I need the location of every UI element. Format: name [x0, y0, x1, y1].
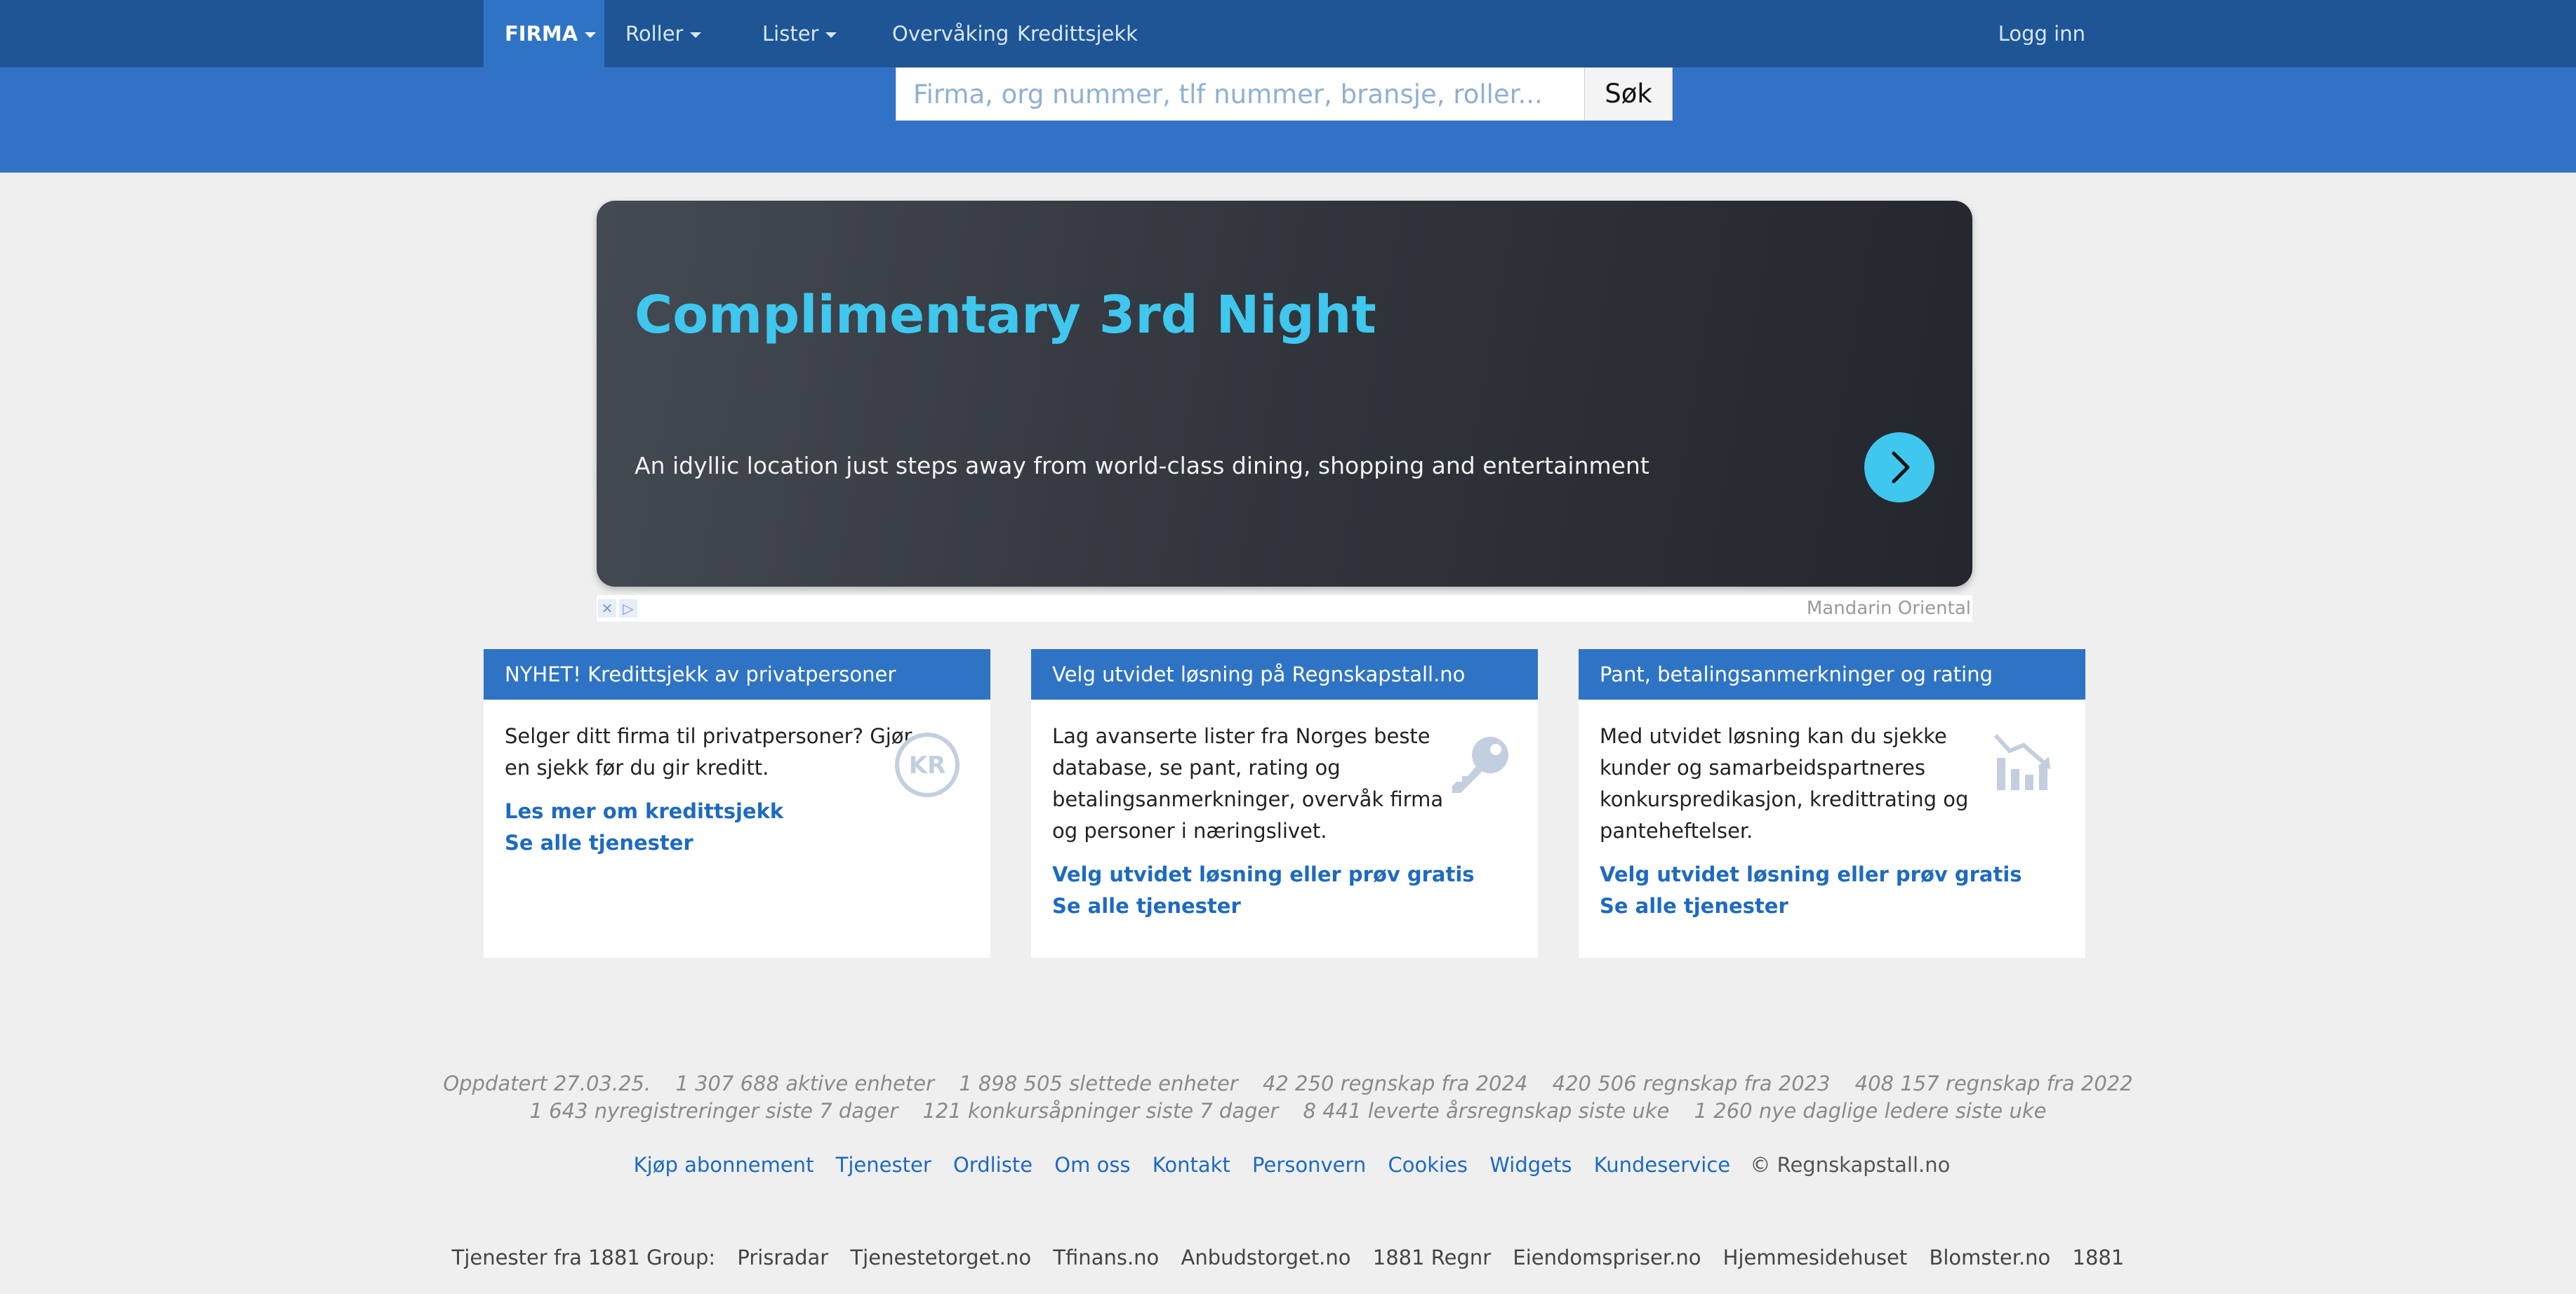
footer-link-ordliste[interactable]: Ordliste — [953, 1153, 1033, 1177]
card-link-velg-utvidet[interactable]: Velg utvidet løsning eller prøv gratis — [1600, 862, 2022, 886]
stat-item: 121 konkursåpninger siste 7 dager — [922, 1099, 1279, 1123]
group-link-anbudstorget[interactable]: Anbudstorget.no — [1181, 1246, 1351, 1269]
feature-card-utvidet-losning: Velg utvidet løsning på Regnskapstall.no… — [1031, 649, 1538, 958]
ad-close-icon[interactable]: ✕ — [598, 599, 616, 618]
card-title: Velg utvidet løsning på Regnskapstall.no — [1031, 649, 1538, 700]
stats-row-2: 1 643 nyregistreringer siste 7 dager 121… — [0, 1099, 2576, 1123]
group-link-prisradar[interactable]: Prisradar — [737, 1246, 828, 1269]
card-link-se-alle[interactable]: Se alle tjenester — [1052, 894, 1241, 918]
caret-down-icon — [585, 32, 597, 38]
chart-decline-icon — [1993, 730, 2056, 796]
card-text-line: og personer i næringslivet. — [1052, 819, 1327, 843]
ad-text: An idyllic location just steps away from… — [635, 452, 1649, 479]
footer-link-cookies[interactable]: Cookies — [1388, 1153, 1468, 1177]
footer-link-kontakt[interactable]: Kontakt — [1153, 1153, 1230, 1177]
group-link-1881[interactable]: 1881 — [2073, 1246, 2125, 1269]
nav-label: Roller — [625, 22, 684, 46]
group-link-tfinans[interactable]: Tfinans.no — [1053, 1246, 1159, 1269]
key-icon — [1445, 730, 1515, 803]
nav-item-roller[interactable]: Roller — [604, 0, 722, 67]
group-link-blomster[interactable]: Blomster.no — [1929, 1246, 2050, 1269]
group-link-1881-regnr[interactable]: 1881 Regnr — [1373, 1246, 1491, 1269]
caret-down-icon — [825, 32, 837, 38]
stat-item: 42 250 regnskap fra 2024 — [1262, 1072, 1528, 1095]
group-services: Tjenester fra 1881 Group: Prisradar Tjen… — [0, 1246, 2576, 1269]
caret-down-icon — [690, 32, 702, 38]
stat-item: 1 307 688 aktive enheter — [675, 1072, 935, 1095]
ad-footer: ✕ ▷ Mandarin Oriental — [597, 595, 1972, 622]
card-description: Selger ditt firma til privatpersoner? Gj… — [505, 721, 912, 784]
login-link[interactable]: Logg inn — [1977, 0, 2085, 67]
card-text-line: database, se pant, rating og — [1052, 756, 1341, 780]
top-navbar: FIRMA Roller Lister Overvåking Kredittsj… — [0, 0, 2576, 67]
card-text-line: Selger ditt firma til privatpersoner? Gj… — [505, 724, 912, 748]
card-title: NYHET! Kredittsjekk av privatpersoner — [484, 649, 990, 700]
card-description: Med utvidet løsning kan du sjekke kunder… — [1600, 721, 1968, 847]
ad-title[interactable]: Complimentary 3rd Night — [635, 285, 1376, 345]
footer-link-widgets[interactable]: Widgets — [1489, 1153, 1572, 1177]
footer-link-tjenester[interactable]: Tjenester — [836, 1153, 931, 1177]
svg-text:KR: KR — [909, 752, 946, 780]
card-text-line: konkurspredikasjon, kredittrating og — [1600, 787, 1969, 811]
stat-updated: Oppdatert 27.03.25. — [443, 1072, 651, 1095]
navbar-inner: FIRMA Roller Lister Overvåking Kredittsj… — [484, 0, 2085, 67]
card-text-line: panteheftelser. — [1600, 819, 1753, 843]
footer-links: Kjøp abonnement Tjenester Ordliste Om os… — [0, 1153, 2576, 1177]
card-link-se-alle[interactable]: Se alle tjenester — [1600, 894, 1788, 918]
feature-card-pant-rating: Pant, betalingsanmerkninger og rating Me… — [1579, 649, 2085, 958]
stats-row-1: Oppdatert 27.03.25. 1 307 688 aktive enh… — [0, 1072, 2576, 1095]
ad-choices-icon[interactable]: ▷ — [619, 599, 637, 618]
copyright: © Regnskapstall.no — [1750, 1153, 1951, 1177]
chevron-right-icon — [1892, 451, 1910, 483]
footer-link-kundeservice[interactable]: Kundeservice — [1594, 1153, 1730, 1177]
card-text-line: en sjekk før du gir kreditt. — [505, 756, 769, 780]
card-link-velg-utvidet[interactable]: Velg utvidet løsning eller prøv gratis — [1052, 862, 1475, 886]
footer-link-kjop-abonnement[interactable]: Kjøp abonnement — [634, 1153, 814, 1177]
card-title: Pant, betalingsanmerkninger og rating — [1579, 649, 2085, 700]
nav-label: Lister — [762, 22, 819, 46]
feature-card-kredittsjekk: NYHET! Kredittsjekk av privatpersoner Se… — [484, 649, 990, 958]
stat-item: 1 643 nyregistreringer siste 7 dager — [529, 1099, 898, 1123]
group-link-hjemmesidehuset[interactable]: Hjemmesidehuset — [1723, 1246, 1908, 1269]
card-text-line: kunder og samarbeidspartneres — [1600, 756, 1925, 780]
card-text-line: Med utvidet løsning kan du sjekke — [1600, 724, 1947, 748]
stat-item: 8 441 leverte årsregnskap siste uke — [1303, 1099, 1670, 1123]
stat-item: 1 260 nye daglige ledere siste uke — [1694, 1099, 2047, 1123]
footer-link-om-oss[interactable]: Om oss — [1054, 1153, 1130, 1177]
kr-coin-icon: KR — [894, 731, 961, 801]
search-button[interactable]: Søk — [1584, 67, 1673, 121]
nav-item-kredittsjekk[interactable]: Kredittsjekk — [996, 0, 1159, 67]
nav-item-firma[interactable]: FIRMA — [484, 0, 604, 67]
stat-item: 408 157 regnskap fra 2022 — [1854, 1072, 2133, 1095]
ad-advertiser[interactable]: Mandarin Oriental — [1807, 598, 1971, 619]
card-description: Lag avanserte lister fra Norges beste da… — [1052, 721, 1443, 847]
search-input[interactable] — [896, 67, 1585, 121]
card-link-les-mer[interactable]: Les mer om kredittsjekk — [505, 799, 783, 823]
ad-next-button[interactable] — [1864, 432, 1934, 502]
stat-item: 420 506 regnskap fra 2023 — [1552, 1072, 1831, 1095]
footer-link-personvern[interactable]: Personvern — [1252, 1153, 1366, 1177]
card-link-se-alle[interactable]: Se alle tjenester — [505, 831, 693, 855]
card-text-line: Lag avanserte lister fra Norges beste — [1052, 724, 1430, 748]
ad-banner[interactable]: Complimentary 3rd Night An idyllic locat… — [597, 201, 1972, 587]
group-label: Tjenester fra 1881 Group: — [451, 1246, 716, 1269]
stat-item: 1 898 505 slettede enheter — [959, 1072, 1238, 1095]
card-text-line: betalingsanmerkninger, overvåk firma — [1052, 787, 1444, 811]
nav-item-lister[interactable]: Lister — [741, 0, 858, 67]
group-link-eiendomspriser[interactable]: Eiendomspriser.no — [1513, 1246, 1701, 1269]
nav-label: FIRMA — [505, 22, 578, 46]
group-link-tjenestetorget[interactable]: Tjenestetorget.no — [850, 1246, 1031, 1269]
